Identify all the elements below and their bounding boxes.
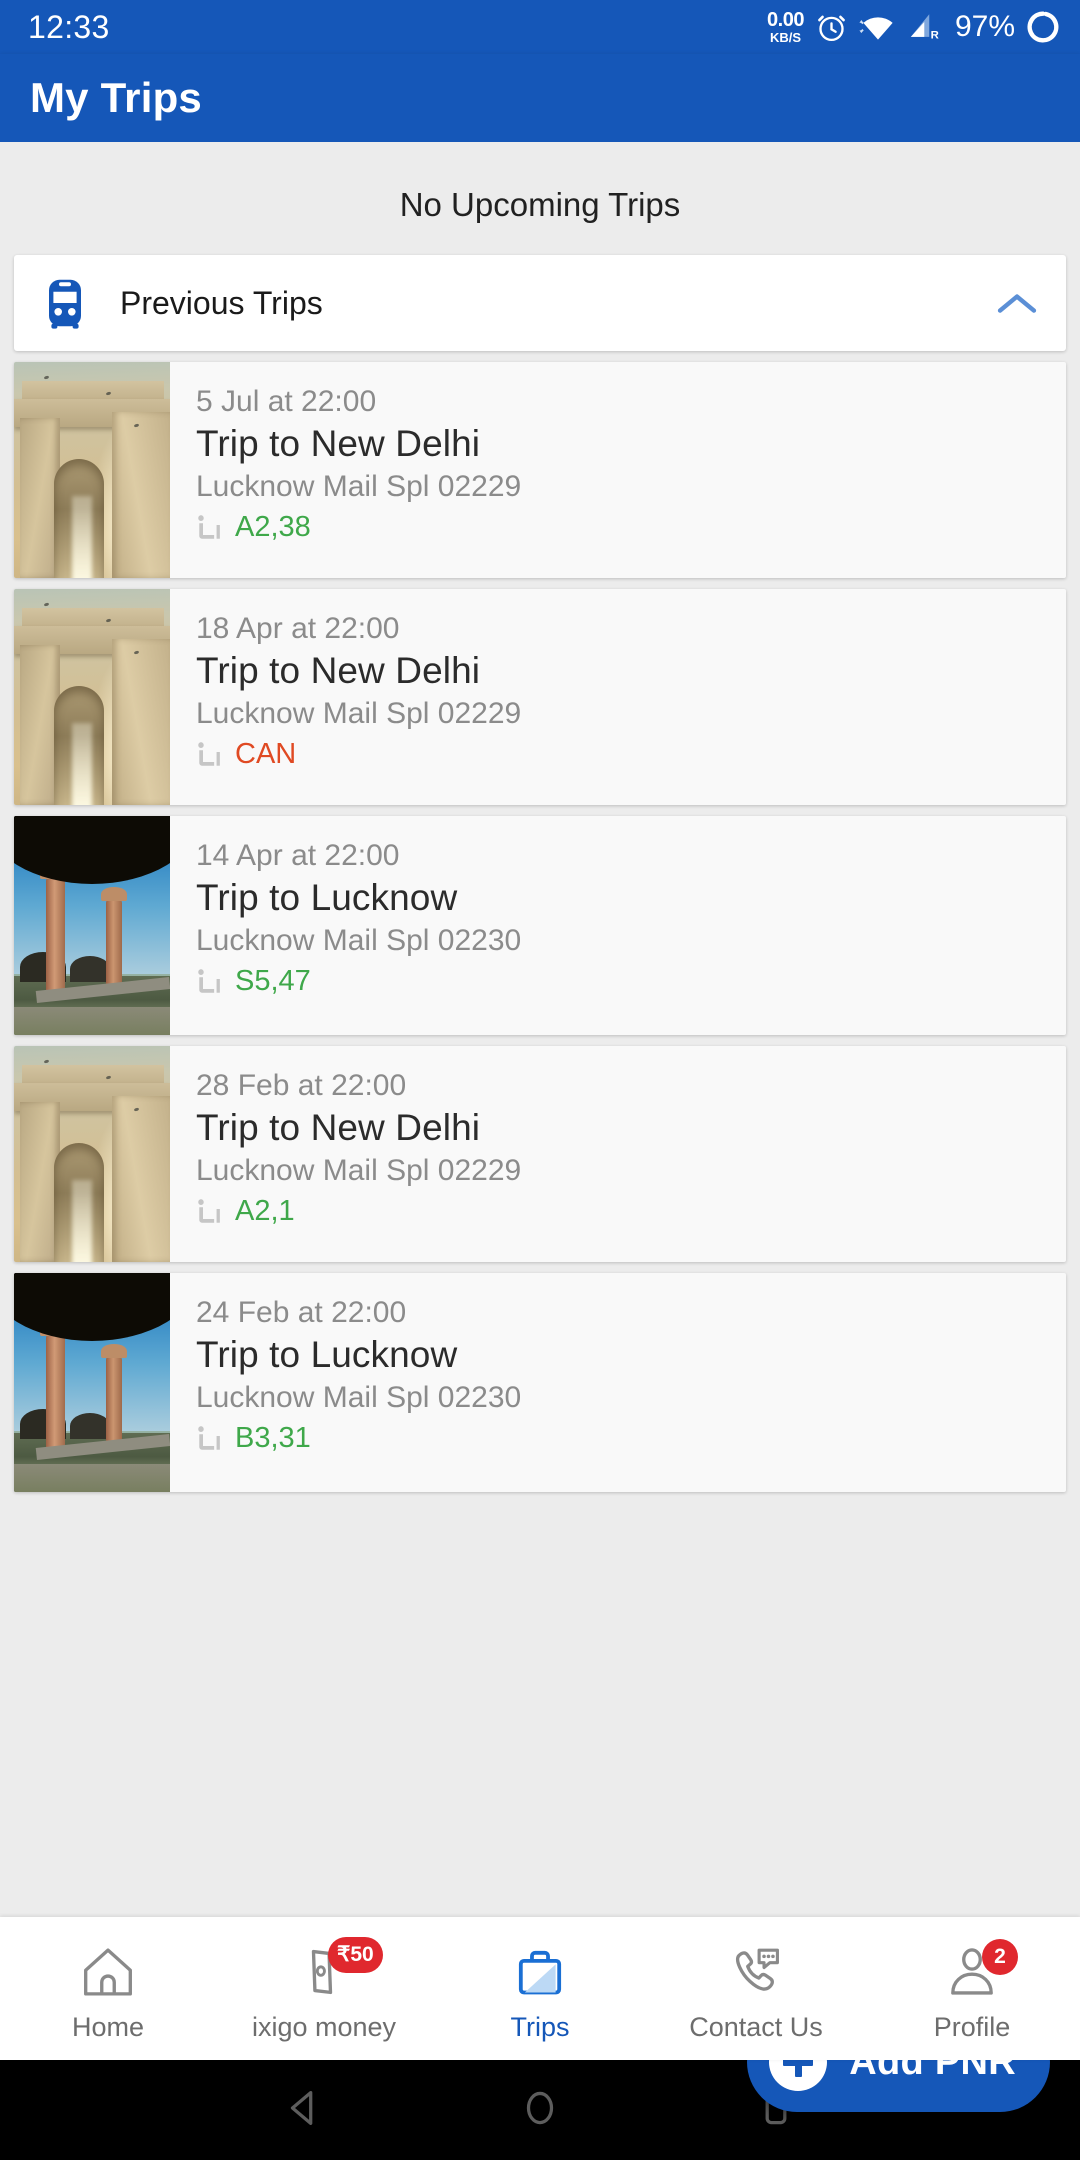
trip-details: 28 Feb at 22:00 Trip to New Delhi Luckno…: [170, 1046, 1066, 1262]
nav-item-ixigo-money[interactable]: ₹50 ixigo money: [216, 1917, 432, 2060]
status-bar-clock: 12:33: [28, 8, 110, 45]
trip-title: Trip to Lucknow: [196, 877, 458, 919]
home-icon: [79, 1941, 137, 2003]
trip-card[interactable]: 5 Jul at 22:00 Trip to New Delhi Lucknow…: [14, 362, 1066, 578]
trip-seat-row: CAN: [196, 738, 1066, 771]
network-speed-unit: KB/S: [769, 30, 802, 45]
home-circle-icon[interactable]: [517, 2085, 563, 2136]
trip-datetime: 24 Feb at 22:00: [196, 1296, 407, 1329]
seat-icon: [196, 512, 226, 544]
battery-circle-icon: [1026, 10, 1060, 44]
no-upcoming-trips-label: No Upcoming Trips: [399, 186, 681, 223]
trip-datetime: 5 Jul at 22:00: [196, 385, 377, 418]
trip-seat-status: A2,38: [235, 511, 311, 544]
trip-thumbnail-india-gate: [14, 1046, 170, 1262]
nav-item-contact-us[interactable]: Contact Us: [648, 1917, 864, 2060]
phone-chat-icon: [727, 1941, 785, 2003]
nav-badge-profile: 2: [982, 1938, 1018, 1975]
bottom-navigation-bar: Home ₹50 ixigo money Trips Contact Us 2 …: [0, 1917, 1080, 2060]
briefcase-icon: [511, 1941, 569, 2003]
trip-thumbnail-india-gate: [14, 589, 170, 805]
trip-seat-status: CAN: [235, 738, 297, 771]
nav-badge-ixigo-money: ₹50: [328, 1936, 383, 1973]
chevron-up-icon[interactable]: [994, 289, 1040, 317]
trip-title: Trip to Lucknow: [196, 1334, 458, 1376]
trip-details: 18 Apr at 22:00 Trip to New Delhi Luckno…: [170, 589, 1066, 805]
trip-train-name: Lucknow Mail Spl 02229: [196, 469, 522, 503]
trip-thumbnail-india-gate: [14, 362, 170, 578]
trip-title: Trip to New Delhi: [196, 650, 481, 692]
trip-train-name: Lucknow Mail Spl 02230: [196, 923, 522, 957]
nav-label-ixigo-money: ixigo money: [251, 2011, 397, 2042]
trip-card[interactable]: 24 Feb at 22:00 Trip to Lucknow Lucknow …: [14, 1273, 1066, 1492]
app-bar: My Trips: [0, 54, 1080, 142]
network-speed-indicator: 0.00 KB/S: [767, 10, 804, 44]
trip-datetime: 28 Feb at 22:00: [196, 1069, 407, 1102]
app-screen: 12:33 0.00 KB/S R 97% My Trips No Upcomi…: [0, 0, 1080, 2160]
trip-seat-row: B3,31: [196, 1422, 1066, 1455]
trip-title: Trip to New Delhi: [196, 1107, 481, 1149]
trips-scroll-area[interactable]: No Upcoming Trips Previous Trips 5 Jul a…: [0, 142, 1080, 1917]
nav-item-profile[interactable]: 2 Profile: [864, 1917, 1080, 2060]
previous-trips-label: Previous Trips: [120, 284, 323, 321]
trip-seat-status: S5,47: [235, 965, 311, 998]
wifi-icon: [859, 12, 897, 42]
seat-icon: [196, 739, 226, 771]
trip-details: 14 Apr at 22:00 Trip to Lucknow Lucknow …: [170, 816, 1066, 1035]
train-front-icon: [42, 277, 88, 329]
battery-percent-label: 97%: [954, 10, 1015, 43]
status-bar-icons: 0.00 KB/S R 97%: [767, 10, 1060, 44]
nav-item-home[interactable]: Home: [0, 1917, 216, 2060]
seat-icon: [196, 1196, 226, 1228]
trip-thumbnail-lucknow: [14, 816, 170, 1035]
nav-label-profile: Profile: [933, 2011, 1011, 2042]
cellular-signal-roaming-icon: R: [908, 12, 942, 42]
network-speed-value: 0.00: [767, 9, 804, 31]
trip-details: 5 Jul at 22:00 Trip to New Delhi Lucknow…: [170, 362, 1066, 578]
trip-datetime: 14 Apr at 22:00: [196, 839, 400, 872]
seat-icon: [196, 966, 226, 998]
seat-icon: [196, 1423, 226, 1455]
money-note-icon: ₹50: [295, 1936, 383, 2003]
nav-item-trips[interactable]: Trips: [432, 1917, 648, 2060]
trip-card[interactable]: 18 Apr at 22:00 Trip to New Delhi Luckno…: [14, 589, 1066, 805]
trip-train-name: Lucknow Mail Spl 02229: [196, 696, 522, 730]
trip-datetime: 18 Apr at 22:00: [196, 612, 400, 645]
status-bar: 12:33 0.00 KB/S R 97%: [0, 0, 1080, 54]
trip-card[interactable]: 28 Feb at 22:00 Trip to New Delhi Luckno…: [14, 1046, 1066, 1262]
trip-seat-status: B3,31: [235, 1422, 311, 1455]
trip-title: Trip to New Delhi: [196, 423, 481, 465]
trip-train-name: Lucknow Mail Spl 02230: [196, 1380, 522, 1414]
trip-thumbnail-lucknow: [14, 1273, 170, 1492]
trip-seat-row: A2,1: [196, 1195, 1066, 1228]
alarm-clock-icon: [815, 11, 848, 44]
nav-label-home: Home: [71, 2011, 145, 2042]
nav-label-trips: Trips: [510, 2011, 570, 2042]
person-icon: 2: [943, 1938, 1018, 2003]
back-triangle-icon[interactable]: [281, 2085, 327, 2136]
trip-seat-status: A2,1: [235, 1195, 295, 1228]
trip-details: 24 Feb at 22:00 Trip to Lucknow Lucknow …: [170, 1273, 1066, 1492]
page-title: My Trips: [30, 74, 202, 121]
trip-seat-row: A2,38: [196, 511, 1066, 544]
previous-trips-section-header[interactable]: Previous Trips: [14, 255, 1066, 351]
svg-text:R: R: [931, 29, 939, 41]
trip-seat-row: S5,47: [196, 965, 1066, 998]
nav-label-contact-us: Contact Us: [689, 2011, 823, 2042]
trip-card[interactable]: 14 Apr at 22:00 Trip to Lucknow Lucknow …: [14, 816, 1066, 1035]
trip-train-name: Lucknow Mail Spl 02229: [196, 1153, 522, 1187]
